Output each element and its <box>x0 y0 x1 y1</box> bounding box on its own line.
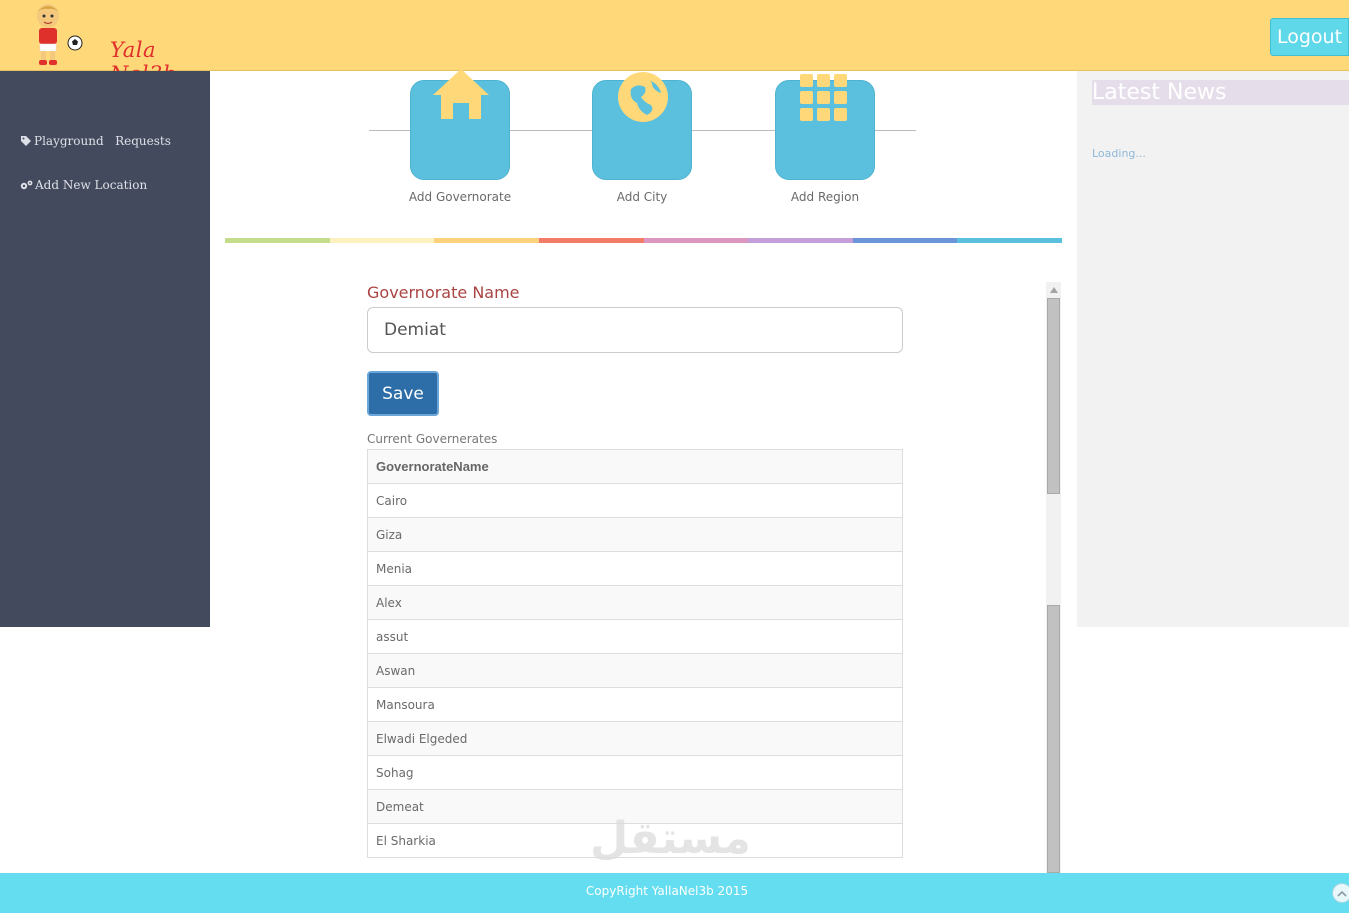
latest-news-panel: Latest News Loading... <box>1077 71 1349 627</box>
table-cell: Menia <box>367 551 903 586</box>
rainbow-segment <box>434 238 539 243</box>
scroll-to-top-button[interactable] <box>1332 883 1349 903</box>
rainbow-segment <box>329 238 435 243</box>
table-cell: Sohag <box>367 755 903 790</box>
table-row[interactable]: Menia <box>367 551 903 586</box>
table-cell: Giza <box>367 517 903 552</box>
sidebar-item-add-new-location[interactable]: Add New Location <box>20 178 147 192</box>
rainbow-segment <box>852 238 958 243</box>
step-box[interactable] <box>592 72 692 180</box>
step-add-governorate[interactable]: Add Governorate <box>409 69 511 204</box>
table-row[interactable]: Cairo <box>367 483 903 518</box>
sidebar-item-label: Add New Location <box>35 178 148 192</box>
table-row[interactable]: Alex <box>367 585 903 620</box>
news-loading-text: Loading... <box>1092 147 1146 160</box>
footer: CopyRight YallaNel3b 2015 <box>0 873 1349 913</box>
gears-icon <box>20 180 33 190</box>
grid-icon <box>800 74 847 121</box>
logout-button[interactable]: Logout <box>1270 18 1349 56</box>
triangle-up-icon <box>1049 287 1058 293</box>
step-add-region[interactable]: Add Region <box>775 74 875 204</box>
table-cell: Alex <box>367 585 903 620</box>
scroll-up-arrow[interactable] <box>1046 282 1061 298</box>
table-header-row: GovernorateName <box>367 449 903 484</box>
watermark: مستقل <box>590 813 751 864</box>
home-icon <box>433 69 489 119</box>
top-header: Yala Nel3b Logout <box>0 0 1349 86</box>
rainbow-divider <box>225 238 1062 243</box>
scrollbar-thumb[interactable] <box>1047 298 1060 494</box>
governorates-table: GovernorateName Cairo Giza Menia Alex as… <box>367 449 903 858</box>
table-row[interactable]: Elwadi Elgeded <box>367 721 903 756</box>
step-label: Add City <box>616 190 668 204</box>
table-row[interactable]: Giza <box>367 517 903 552</box>
table-row[interactable]: assut <box>367 619 903 654</box>
scrollbar-thumb-secondary[interactable] <box>1047 605 1060 873</box>
governorate-name-label: Governorate Name <box>367 283 520 302</box>
rainbow-segment <box>538 238 644 243</box>
sidebar-item-playground-requests[interactable]: Playground Requests <box>20 134 171 148</box>
table-cell: Mansoura <box>367 687 903 722</box>
table-row[interactable]: Aswan <box>367 653 903 688</box>
save-button[interactable]: Save <box>367 371 439 416</box>
rainbow-segment <box>957 238 1062 243</box>
governorate-name-input[interactable] <box>367 307 903 353</box>
sidebar-item-label: Playground Requests <box>34 134 171 148</box>
rainbow-segment <box>748 238 853 243</box>
site-logo[interactable]: Yala Nel3b <box>26 2 196 86</box>
content-scrollbar[interactable] <box>1046 282 1061 873</box>
step-label: Add Region <box>790 190 860 204</box>
chevron-up-icon <box>1337 890 1347 897</box>
table-cell: Elwadi Elgeded <box>367 721 903 756</box>
news-title: Latest News <box>1092 80 1349 105</box>
globe-icon <box>618 72 668 122</box>
table-cell: Cairo <box>367 483 903 518</box>
table-row[interactable]: Mansoura <box>367 687 903 722</box>
step-box[interactable] <box>410 69 510 180</box>
table-row[interactable]: Sohag <box>367 755 903 790</box>
tag-icon <box>21 136 31 146</box>
step-add-city[interactable]: Add City <box>592 72 692 204</box>
rainbow-segment <box>225 238 330 243</box>
sidebar: Playground Requests Add New Location <box>0 71 210 627</box>
kid-footballer-icon <box>37 4 83 65</box>
table-cell: assut <box>367 619 903 654</box>
footer-copyright: CopyRight YallaNel3b 2015 <box>585 884 749 898</box>
table-caption: Current Governerates <box>367 432 498 446</box>
table-cell: Aswan <box>367 653 903 688</box>
column-header-governorate-name[interactable]: GovernorateName <box>367 449 903 484</box>
step-label: Add Governorate <box>408 190 512 204</box>
rainbow-segment <box>643 238 749 243</box>
step-box[interactable] <box>775 74 875 180</box>
